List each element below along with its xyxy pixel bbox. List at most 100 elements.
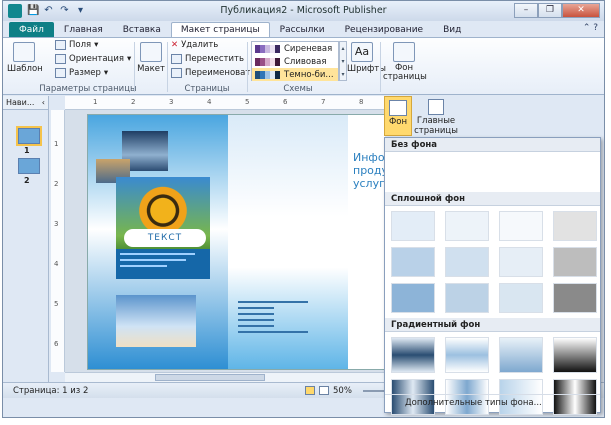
no-background-option[interactable] [385,152,600,192]
solid-background-header: Сплошной фон [385,192,600,206]
background-label: Фон [388,117,408,127]
separator [247,42,248,92]
sky-hands-photo[interactable] [116,295,196,347]
single-page-view-icon[interactable] [305,386,315,395]
orientation-button[interactable]: Ориентация ▾ [55,54,131,64]
separator [380,42,381,92]
delete-label: Удалить [181,40,219,50]
ruler-tick: 1 [54,140,59,148]
master-pages-icon [428,99,444,115]
ruler-tick: 4 [54,260,59,268]
publication-page[interactable]: ТЕКСТ [87,114,385,370]
schemes-scroll[interactable]: ▴ ▾ ▾ [339,41,347,81]
close-button[interactable]: ✕ [562,3,600,18]
gradient-bg-swatch[interactable] [445,337,489,373]
text-line [238,331,308,333]
scheme-plum[interactable]: Сливовая [252,55,338,68]
swatch [275,70,280,79]
fields-button[interactable]: Поля ▾ [55,40,98,50]
tab-file[interactable]: Файл [9,22,54,37]
scheme-dark-blue[interactable]: Темно-би... [252,68,338,81]
rename-page-button[interactable]: Переименовать [171,68,255,78]
text-line [120,253,196,255]
zoom-level[interactable]: 50% [333,386,352,396]
swatch [275,57,280,66]
tab-review[interactable]: Рецензирование [335,22,433,37]
window-controls: – ❐ ✕ [514,3,600,18]
gradient-bg-swatch[interactable] [391,337,435,373]
scheme-lilac[interactable]: Сиреневая [252,42,338,55]
template-button[interactable]: Шаблон [7,42,43,74]
solid-bg-swatch[interactable] [391,247,435,277]
solid-bg-swatch[interactable] [445,211,489,241]
gradient-bg-swatch[interactable] [553,337,597,373]
text-line [120,259,186,261]
tab-home[interactable]: Главная [54,22,113,37]
horizontal-ruler[interactable]: 1 2 3 4 5 6 7 8 [65,96,385,110]
layout-icon [140,42,162,62]
solid-bg-swatch[interactable] [391,283,435,313]
page-thumbnail-2[interactable] [18,158,40,174]
solid-bg-swatch[interactable] [553,211,597,241]
vertical-ruler[interactable]: 1 2 3 4 5 6 [51,110,65,372]
text-line [238,313,274,315]
scheme-swatch [255,57,280,66]
contact-info-block[interactable] [238,301,308,337]
text-line [238,301,308,303]
separator [134,42,135,92]
collapse-icon[interactable]: ‹ [42,98,45,107]
two-page-view-icon[interactable] [319,386,329,395]
solid-bg-swatch[interactable] [391,211,435,241]
tab-insert[interactable]: Вставка [113,22,171,37]
ruler-tick: 5 [54,300,59,308]
nav-title: Нави... [6,98,35,107]
rename-icon [171,68,182,78]
help-icon[interactable]: ⌃ ? [583,23,598,33]
master-pages-button[interactable]: Главные страницы [413,96,459,136]
solid-bg-swatch[interactable] [445,247,489,277]
page-thumbnail-1[interactable] [16,126,42,146]
solid-bg-swatch[interactable] [499,283,543,313]
tab-page-design[interactable]: Макет страницы [170,22,270,37]
more-background-types[interactable]: Дополнительные типы фона... [385,394,600,412]
tab-mailings[interactable]: Рассылки [270,22,335,37]
solid-bg-swatch[interactable] [553,283,597,313]
page-indicator[interactable]: Страница: 1 из 2 [13,386,88,396]
ribbon: Шаблон Поля ▾ Ориентация ▾ Размер ▾ Пара… [3,37,604,95]
page-background-button[interactable]: Фон страницы [383,42,427,82]
fonts-button[interactable]: Aa Шрифты [347,42,386,74]
solid-bg-swatch[interactable] [445,283,489,313]
separator [167,42,168,92]
scrollbar-thumb[interactable] [155,374,265,381]
size-button[interactable]: Размер ▾ [55,68,108,78]
page-bg-label: Фон страницы [383,63,427,82]
gradient-bg-swatch[interactable] [499,337,543,373]
background-button[interactable]: Фон [384,96,412,136]
scheme-name: Сиреневая [284,43,333,54]
move-label: Переместить [185,54,244,64]
tab-view[interactable]: Вид [433,22,471,37]
text-box-heading[interactable]: ТЕКСТ [124,229,206,247]
minimize-button[interactable]: – [514,3,538,18]
delete-page-button[interactable]: ✕ Удалить [171,40,218,50]
scheme-swatch [255,70,280,79]
publisher-window: 💾 ↶ ↷ ▾ Публикация2 - Microsoft Publishe… [2,0,605,418]
scheme-name: Сливовая [284,56,327,67]
maximize-button[interactable]: ❐ [538,3,562,18]
move-page-button[interactable]: Переместить [171,54,244,64]
solid-bg-swatch[interactable] [499,211,543,241]
orientation-label: Ориентация [69,54,124,64]
no-background-header: Без фона [385,138,600,152]
solid-bg-swatch[interactable] [553,247,597,277]
delete-icon: ✕ [171,40,179,50]
solid-bg-swatch[interactable] [499,247,543,277]
page-number-1: 1 [24,146,30,155]
workspace-canvas[interactable]: ТЕКСТ [65,110,385,372]
layout-button[interactable]: Макет [137,42,165,74]
horizontal-scrollbar[interactable] [65,372,385,382]
template-icon [13,42,35,62]
scheme-swatch [255,44,280,53]
text-block[interactable] [116,249,210,279]
page-navigation-pane: Нави... ‹ 1 2 [3,96,49,382]
layout-label: Макет [137,64,165,74]
